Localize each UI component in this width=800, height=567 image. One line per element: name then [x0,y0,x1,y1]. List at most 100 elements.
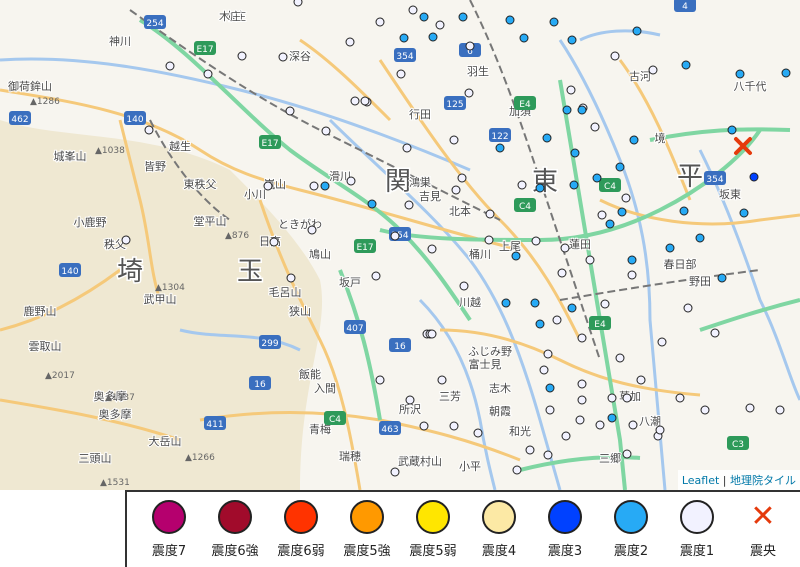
station-marker-intensity-1[interactable] [459,281,469,291]
station-marker-intensity-3[interactable] [749,172,759,182]
station-marker-intensity-1[interactable] [577,395,587,405]
station-marker-intensity-1[interactable] [566,85,576,95]
station-marker-intensity-2[interactable] [727,125,737,135]
station-marker-intensity-1[interactable] [622,449,632,459]
station-marker-intensity-1[interactable] [517,180,527,190]
station-marker-intensity-1[interactable] [607,393,617,403]
station-marker-intensity-1[interactable] [427,244,437,254]
station-marker-intensity-1[interactable] [627,270,637,280]
station-marker-intensity-1[interactable] [595,420,605,430]
station-marker-intensity-1[interactable] [451,185,461,195]
map-view[interactable]: 関東平玉埼東秩父 ときがわ 皆野 秩父 小鹿野 鳩山 毛呂山 坂戸 川越 ふじみ野 富士見 志木 所沢入… [0,0,800,490]
station-marker-intensity-1[interactable] [402,143,412,153]
station-marker-intensity-2[interactable] [570,148,580,158]
station-marker-intensity-2[interactable] [577,105,587,115]
station-marker-intensity-1[interactable] [485,209,495,219]
station-marker-intensity-1[interactable] [545,405,555,415]
station-marker-intensity-1[interactable] [622,393,632,403]
station-marker-intensity-1[interactable] [371,271,381,281]
station-marker-intensity-2[interactable] [320,181,330,191]
station-marker-intensity-2[interactable] [545,383,555,393]
station-marker-intensity-2[interactable] [627,255,637,265]
station-marker-intensity-1[interactable] [165,61,175,71]
station-marker-intensity-1[interactable] [419,421,429,431]
station-marker-intensity-1[interactable] [552,315,562,325]
leaflet-link[interactable]: Leaflet [682,474,719,487]
station-marker-intensity-1[interactable] [464,88,474,98]
station-marker-intensity-1[interactable] [427,329,437,339]
station-marker-intensity-1[interactable] [237,51,247,61]
station-marker-intensity-2[interactable] [549,17,559,27]
station-marker-intensity-1[interactable] [144,125,154,135]
station-marker-intensity-2[interactable] [567,303,577,313]
station-marker-intensity-2[interactable] [717,273,727,283]
station-marker-intensity-2[interactable] [458,12,468,22]
station-marker-intensity-1[interactable] [375,17,385,27]
station-marker-intensity-1[interactable] [628,420,638,430]
station-marker-intensity-2[interactable] [535,319,545,329]
station-marker-intensity-1[interactable] [457,173,467,183]
station-marker-intensity-2[interactable] [495,143,505,153]
station-marker-layer[interactable]: 震央 [0,0,800,490]
station-marker-intensity-2[interactable] [615,162,625,172]
station-marker-intensity-1[interactable] [675,393,685,403]
station-marker-intensity-1[interactable] [404,200,414,210]
station-marker-intensity-1[interactable] [396,69,406,79]
station-marker-intensity-1[interactable] [610,51,620,61]
epicenter-marker[interactable]: 震央 [734,137,752,155]
station-marker-intensity-1[interactable] [683,303,693,313]
station-marker-intensity-1[interactable] [615,353,625,363]
station-marker-intensity-2[interactable] [665,243,675,253]
station-marker-intensity-1[interactable] [449,421,459,431]
station-marker-intensity-1[interactable] [390,467,400,477]
station-marker-intensity-2[interactable] [592,173,602,183]
station-marker-intensity-2[interactable] [542,133,552,143]
station-marker-intensity-2[interactable] [735,69,745,79]
station-marker-intensity-1[interactable] [655,425,665,435]
station-marker-intensity-2[interactable] [535,183,545,193]
station-marker-intensity-2[interactable] [739,208,749,218]
gsi-tile-link[interactable]: 地理院タイル [730,474,796,487]
station-marker-intensity-1[interactable] [575,415,585,425]
station-marker-intensity-2[interactable] [511,251,521,261]
station-marker-intensity-1[interactable] [710,328,720,338]
station-marker-intensity-1[interactable] [360,96,370,106]
station-marker-intensity-2[interactable] [567,35,577,45]
station-marker-intensity-1[interactable] [557,268,567,278]
station-marker-intensity-2[interactable] [781,68,791,78]
station-marker-intensity-1[interactable] [531,236,541,246]
station-marker-intensity-2[interactable] [695,233,705,243]
station-marker-intensity-1[interactable] [346,176,356,186]
station-marker-intensity-1[interactable] [278,52,288,62]
station-marker-intensity-1[interactable] [263,181,273,191]
station-marker-intensity-1[interactable] [621,193,631,203]
station-marker-intensity-2[interactable] [505,15,515,25]
station-marker-intensity-1[interactable] [473,428,483,438]
station-marker-intensity-1[interactable] [350,96,360,106]
station-marker-intensity-1[interactable] [577,333,587,343]
station-marker-intensity-1[interactable] [597,210,607,220]
station-marker-intensity-2[interactable] [679,206,689,216]
station-marker-intensity-1[interactable] [269,237,279,247]
station-marker-intensity-1[interactable] [512,465,522,475]
station-marker-intensity-1[interactable] [525,445,535,455]
station-marker-intensity-2[interactable] [530,298,540,308]
station-marker-intensity-1[interactable] [345,37,355,47]
station-marker-intensity-2[interactable] [367,199,377,209]
station-marker-intensity-1[interactable] [285,106,295,116]
station-marker-intensity-2[interactable] [562,105,572,115]
station-marker-intensity-2[interactable] [681,60,691,70]
station-marker-intensity-1[interactable] [375,375,385,385]
station-marker-intensity-2[interactable] [569,180,579,190]
station-marker-intensity-1[interactable] [309,181,319,191]
station-marker-intensity-2[interactable] [629,135,639,145]
station-marker-intensity-1[interactable] [449,135,459,145]
station-marker-intensity-1[interactable] [539,365,549,375]
station-marker-intensity-2[interactable] [419,12,429,22]
station-marker-intensity-1[interactable] [293,0,303,7]
station-marker-intensity-1[interactable] [286,273,296,283]
station-marker-intensity-1[interactable] [435,20,445,30]
station-marker-intensity-1[interactable] [321,126,331,136]
station-marker-intensity-1[interactable] [405,395,415,405]
station-marker-intensity-1[interactable] [648,65,658,75]
